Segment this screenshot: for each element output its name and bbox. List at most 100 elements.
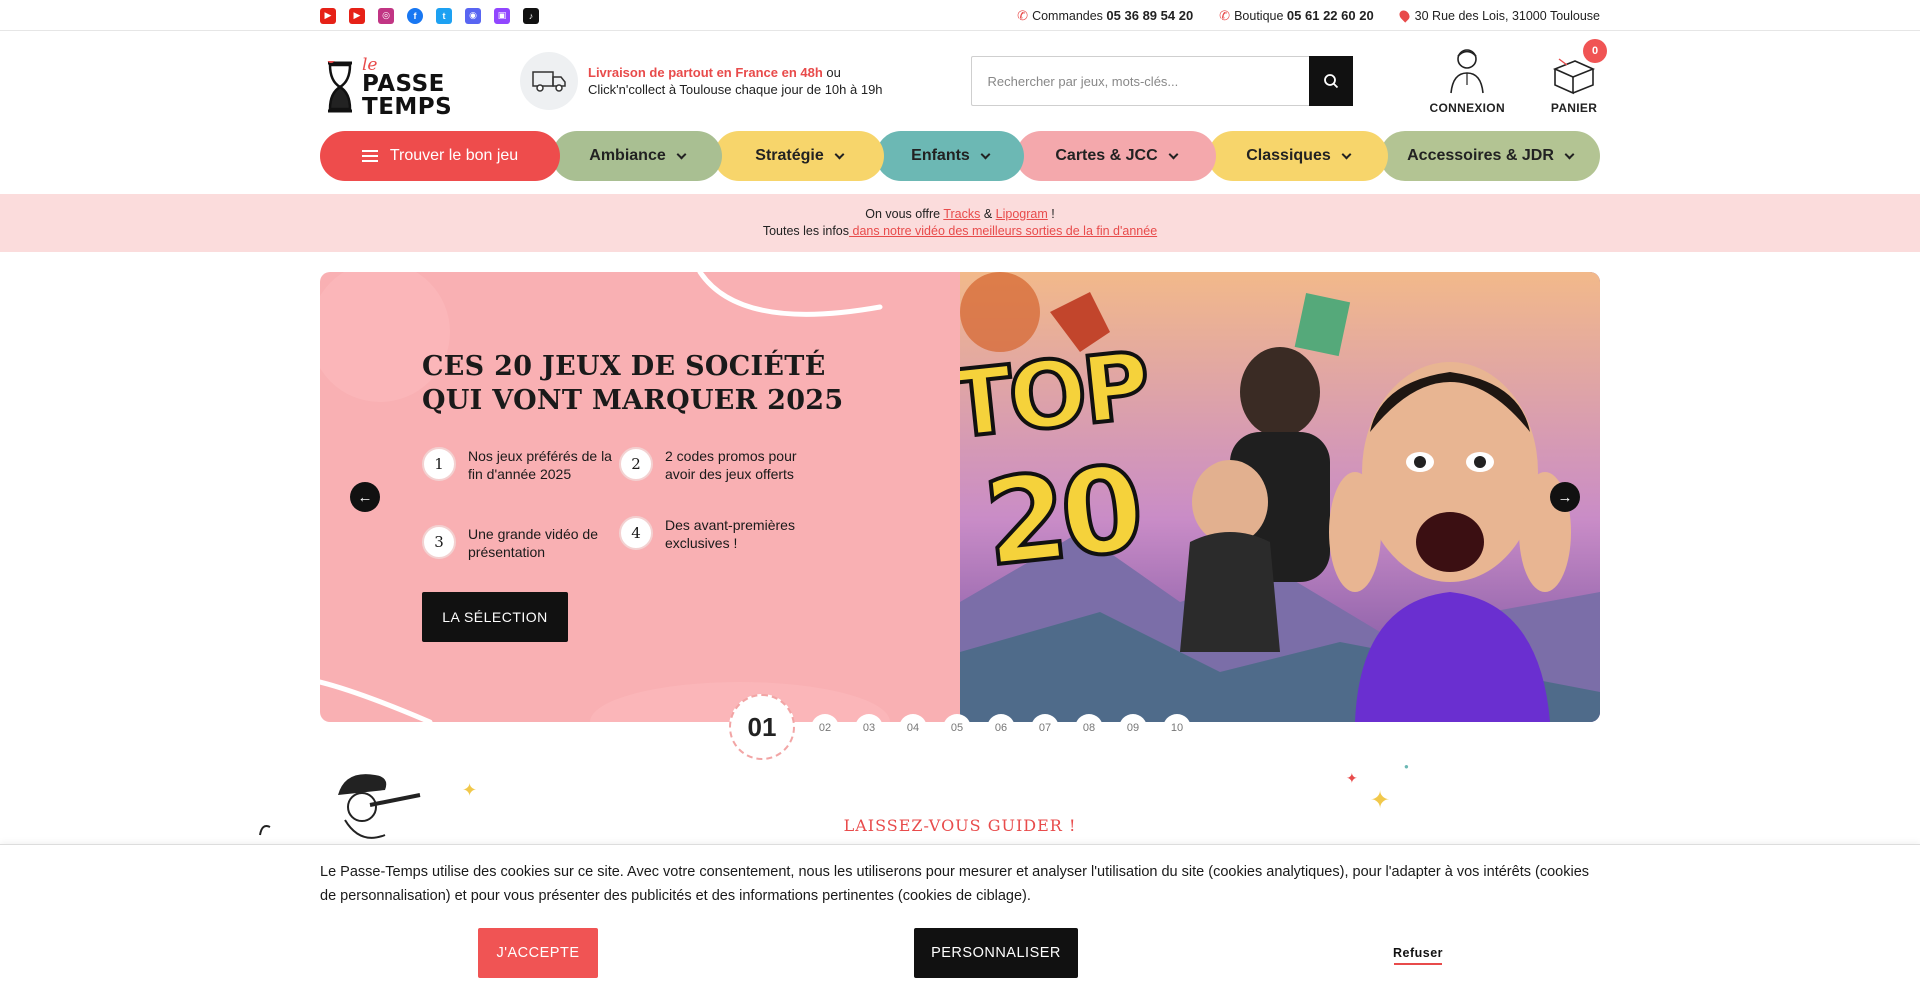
nav-label: Accessoires & JDR — [1407, 147, 1554, 164]
next-slide-arrow-icon[interactable]: → — [1550, 482, 1580, 512]
hero-title-line2: QUI VONT MARQUER 2025 — [422, 385, 844, 416]
feature-text: Une grande vidéo de présentation — [468, 526, 598, 560]
slide-dot[interactable]: 04 — [899, 714, 927, 742]
twitter-icon[interactable]: t — [436, 7, 452, 24]
search-icon — [1323, 74, 1338, 89]
hero-feature: 3 Une grande vidéo de présentation — [422, 525, 612, 561]
search-bar: Rechercher par jeux, mots-clés... — [970, 56, 1353, 106]
store-address[interactable]: 30 Rue des Lois, 31000 Toulouse — [1397, 7, 1600, 23]
slide-dot[interactable]: 07 — [1031, 714, 1059, 742]
hero-title: CES 20 JEUX DE SOCIÉTÉ QUI VONT MARQUER … — [422, 350, 843, 418]
search-button[interactable] — [1308, 56, 1353, 106]
hero-decoration — [320, 272, 890, 722]
nav-item-cartes[interactable]: Cartes & JCC — [1016, 131, 1216, 181]
location-pin-icon — [1397, 7, 1412, 23]
cart-link[interactable]: PANIER 0 — [1551, 39, 1608, 115]
account-label: CONNEXION — [1429, 101, 1505, 115]
top-number-text: 20 — [976, 437, 1146, 594]
nav-item-ambiance[interactable]: Ambiance — [552, 131, 722, 181]
selection-button[interactable]: LA SÉLECTION — [422, 592, 568, 642]
slide-dot[interactable]: 05 — [943, 714, 971, 742]
instagram-icon[interactable]: ◎ — [378, 7, 394, 24]
phone-icon: ✆ — [1017, 7, 1029, 23]
feature-number: 3 — [422, 525, 456, 559]
find-game-button[interactable]: Trouver le bon jeu — [320, 131, 560, 181]
hero-feature: 2 2 codes promos pour avoir des jeux offe… — [619, 447, 809, 483]
twitch-icon[interactable]: ▣ — [494, 7, 510, 24]
search-input[interactable]: Rechercher par jeux, mots-clés... — [970, 56, 1309, 106]
slide-dot[interactable]: 09 — [1119, 714, 1147, 742]
sparkle-icon: ✦ — [1346, 770, 1358, 786]
search-placeholder: Rechercher par jeux, mots-clés... — [987, 73, 1179, 89]
shop-phone: 05 61 22 60 20 — [1286, 7, 1374, 23]
nav-label: Stratégie — [755, 147, 824, 164]
orders-phone: 05 36 89 54 20 — [1106, 7, 1194, 23]
promo-amp: & — [980, 207, 996, 221]
delivery-highlight: Livraison de partout en France en 48h — [588, 65, 823, 80]
nav-label: Ambiance — [589, 147, 666, 164]
promo-text-end: ! — [1047, 207, 1055, 221]
site-header: le PASSE TEMPS Livraison de partout en F… — [0, 31, 1920, 131]
nav-label: Classiques — [1246, 147, 1331, 164]
hero-text-panel: CES 20 JEUX DE SOCIÉTÉ QUI VONT MARQUER … — [320, 272, 960, 722]
slide-dot[interactable]: 10 — [1163, 714, 1191, 742]
clickcollect-text: Click'n'collect à Toulouse chaque jour d… — [588, 82, 883, 97]
pirate-illustration-icon — [259, 774, 421, 839]
slide-dot[interactable]: 03 — [855, 714, 883, 742]
orders-label: Commandes — [1032, 8, 1103, 23]
cookie-text: Le Passe-Temps utilise des cookies sur c… — [320, 864, 1590, 904]
top-bar: ▶ ▶ ◎ f t ◉ ▣ ♪ ✆ Commandes 05 36 89 54 2… — [0, 0, 1920, 31]
youtube-icon[interactable]: ▶ — [320, 7, 336, 24]
shop-contact[interactable]: ✆ Boutique 05 61 22 60 20 — [1219, 8, 1374, 24]
menu-icon — [361, 150, 378, 162]
nav-item-enfants[interactable]: Enfants — [876, 131, 1024, 181]
sparkle-icon: ✦ — [1370, 787, 1391, 814]
feature-number: 1 — [422, 447, 456, 481]
hero-slider: CES 20 JEUX DE SOCIÉTÉ QUI VONT MARQUER … — [0, 272, 1920, 722]
account-link[interactable]: CONNEXION — [1430, 47, 1505, 115]
nav-label: Enfants — [911, 147, 970, 164]
feature-text: Nos jeux préférés de la fin d'année 2025 — [468, 448, 612, 482]
delivery-truck-icon — [520, 52, 578, 110]
discord-icon[interactable]: ◉ — [465, 7, 481, 24]
promo-link-tracks[interactable]: Tracks — [943, 207, 980, 221]
chevron-down-icon — [676, 149, 687, 159]
nav-item-classiques[interactable]: Classiques — [1208, 131, 1388, 181]
feature-text: 2 codes promos pour avoir des jeux offer… — [665, 448, 797, 482]
logo-line2: TEMPS — [362, 94, 453, 120]
phone-icon: ✆ — [1219, 7, 1231, 23]
slide-dot[interactable]: 08 — [1075, 714, 1103, 742]
slide-dot-active[interactable]: 01 — [729, 694, 795, 760]
chevron-down-icon — [1341, 149, 1352, 159]
user-icon — [1450, 49, 1485, 94]
cookie-banner: Le Passe-Temps utilise des cookies sur c… — [0, 844, 1920, 993]
delivery-or: ou — [822, 65, 841, 80]
feature-number: 4 — [619, 516, 653, 550]
feature-text: Des avant-premières exclusives ! — [665, 517, 795, 551]
hourglass-icon — [327, 61, 352, 113]
accept-cookies-button[interactable]: J'ACCEPTE — [478, 928, 598, 978]
chevron-down-icon — [1168, 149, 1179, 159]
slide-dot[interactable]: 06 — [987, 714, 1015, 742]
cart-count-badge: 0 — [1583, 39, 1608, 63]
nav-item-accessoires[interactable]: Accessoires & JDR — [1380, 131, 1600, 181]
facebook-icon[interactable]: f — [407, 7, 423, 24]
nav-label: Cartes & JCC — [1055, 147, 1158, 164]
promo-link-lipogram[interactable]: Lipogram — [996, 207, 1048, 221]
chevron-down-icon — [1564, 149, 1575, 159]
tiktok-icon[interactable]: ♪ — [523, 7, 539, 24]
promo-video-link[interactable]: dans notre vidéo des meilleurs sorties d… — [849, 224, 1157, 238]
prev-slide-arrow-icon[interactable]: ← — [350, 482, 380, 512]
chevron-down-icon — [834, 149, 845, 159]
promo-banner: On vous offre Tracks & Lipogram ! Toutes… — [0, 194, 1920, 252]
nav-item-strategie[interactable]: Stratégie — [714, 131, 884, 181]
chevron-down-icon — [980, 149, 991, 159]
site-logo[interactable]: le PASSE TEMPS — [320, 41, 460, 121]
customize-cookies-button[interactable]: PERSONNALISER — [914, 928, 1078, 978]
refuse-cookies-link[interactable]: Refuser — [1393, 943, 1443, 965]
slide-dot[interactable]: 02 — [811, 714, 839, 742]
address-text: 30 Rue des Lois, 31000 Toulouse — [1414, 8, 1600, 23]
youtube-icon[interactable]: ▶ — [349, 7, 365, 24]
orders-contact[interactable]: ✆ Commandes 05 36 89 54 20 — [1017, 8, 1193, 24]
hero-title-line1: CES 20 JEUX DE SOCIÉTÉ — [422, 351, 826, 382]
